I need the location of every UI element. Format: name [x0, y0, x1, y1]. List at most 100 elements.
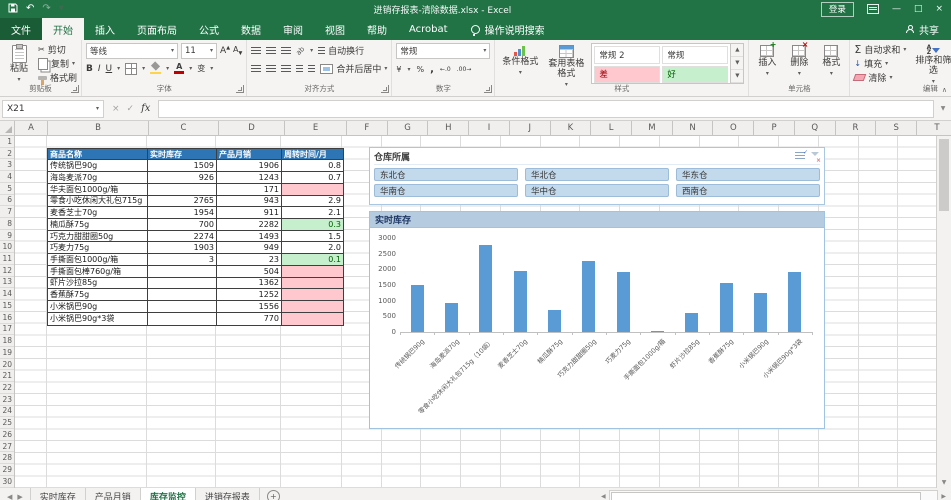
stock-cell[interactable] — [148, 184, 217, 196]
turnover-cell[interactable]: 2.1 — [282, 207, 343, 219]
formula-input[interactable] — [158, 100, 934, 118]
collapse-ribbon-icon[interactable]: ∧ — [942, 86, 947, 94]
row-header-23[interactable]: 23 — [0, 394, 14, 406]
chart-bar[interactable] — [617, 272, 630, 332]
slicer-button-东北仓[interactable]: 东北仓 — [374, 168, 518, 181]
chart-bar[interactable] — [445, 303, 458, 332]
column-header-I[interactable]: I — [469, 121, 510, 135]
undo-icon[interactable]: ↶ — [26, 4, 34, 14]
horizontal-scroll-thumb[interactable] — [611, 492, 921, 500]
tell-me-search[interactable]: 操作说明搜索 — [459, 18, 557, 40]
shrink-font-icon[interactable]: A▼ — [233, 45, 242, 57]
close-icon[interactable]: × — [935, 5, 943, 14]
dialog-launcher-icon[interactable] — [236, 85, 244, 93]
sheet-tab-库存监控[interactable]: 库存监控 — [141, 488, 196, 500]
ribbon-display-options-icon[interactable] — [867, 4, 879, 14]
row-header-29[interactable]: 29 — [0, 464, 14, 476]
share-button[interactable]: 共享 — [894, 18, 951, 40]
row-header-25[interactable]: 25 — [0, 417, 14, 429]
vertical-scrollbar[interactable]: ▼ — [936, 136, 951, 488]
fill-button[interactable]: ↓ 填充 — [854, 57, 906, 70]
multi-select-icon[interactable] — [795, 152, 805, 161]
gallery-down-icon[interactable]: ▼ — [731, 57, 743, 70]
percent-style-icon[interactable]: % — [417, 65, 425, 74]
delete-cells-button[interactable]: 删除 — [785, 43, 813, 79]
sign-in-button[interactable]: 登录 — [821, 2, 854, 17]
chart-bar[interactable] — [514, 271, 527, 332]
row-header-22[interactable]: 22 — [0, 382, 14, 394]
turnover-cell[interactable]: 0.3 — [282, 219, 343, 231]
dialog-launcher-icon[interactable] — [381, 85, 389, 93]
column-header-H[interactable]: H — [428, 121, 469, 135]
column-header-R[interactable]: R — [836, 121, 877, 135]
chart-bar[interactable] — [651, 331, 664, 332]
format-cells-button[interactable]: 格式 — [817, 43, 845, 79]
chart-bar[interactable] — [754, 293, 767, 332]
chart-bar[interactable] — [788, 272, 801, 332]
stock-cell[interactable] — [148, 289, 217, 301]
align-left-icon[interactable] — [251, 65, 261, 73]
product-name-cell[interactable]: 巧克力甜甜圈50g — [48, 231, 148, 243]
prev-sheet-icon[interactable]: ◀ — [7, 493, 12, 500]
monthly-sales-cell[interactable]: 23 — [217, 254, 282, 266]
merge-center-button[interactable]: 合并后居中 — [320, 62, 387, 75]
stock-cell[interactable]: 2765 — [148, 196, 217, 208]
column-header-D[interactable]: D — [219, 121, 285, 135]
chart-bar[interactable] — [411, 285, 424, 332]
tab-帮助[interactable]: 帮助 — [356, 18, 398, 40]
grow-font-icon[interactable]: A▲ — [220, 45, 230, 56]
chart-bar[interactable] — [685, 313, 698, 332]
turnover-cell[interactable] — [282, 289, 343, 301]
turnover-cell[interactable]: 0.7 — [282, 172, 343, 184]
font-color-icon[interactable]: A — [174, 63, 184, 74]
tab-页面布局[interactable]: 页面布局 — [126, 18, 188, 40]
scroll-left-icon[interactable]: ◀ — [601, 493, 606, 500]
column-header-O[interactable]: O — [713, 121, 754, 135]
table-header-cell[interactable]: 产品月销 — [217, 149, 282, 161]
new-sheet-icon[interactable]: + — [267, 490, 280, 500]
row-header-5[interactable]: 5 — [0, 183, 14, 195]
row-header-10[interactable]: 10 — [0, 241, 14, 253]
tab-开始[interactable]: 开始 — [42, 18, 84, 40]
clear-filter-icon[interactable] — [810, 152, 820, 162]
row-header-12[interactable]: 12 — [0, 265, 14, 277]
slicer-button-西南仓[interactable]: 西南仓 — [676, 184, 820, 197]
tab-视图[interactable]: 视图 — [314, 18, 356, 40]
row-header-6[interactable]: 6 — [0, 195, 14, 207]
stock-cell[interactable]: 1509 — [148, 160, 217, 172]
product-name-cell[interactable]: 手撕面包棒760g/箱 — [48, 266, 148, 278]
fill-color-icon[interactable] — [150, 63, 161, 74]
chart-bar[interactable] — [548, 310, 561, 332]
copy-button[interactable]: 复制 — [38, 57, 77, 70]
italic-button[interactable]: I — [98, 64, 101, 74]
increase-decimal-icon[interactable]: ←.0 — [440, 66, 451, 73]
name-box[interactable]: X21 — [2, 100, 104, 118]
stock-cell[interactable] — [148, 301, 217, 313]
stock-cell[interactable]: 700 — [148, 219, 217, 231]
column-header-Q[interactable]: Q — [795, 121, 836, 135]
cells-area[interactable]: 商品名称实时库存产品月销周转时间/月传统锅巴90g150919060.8海岛麦派… — [15, 136, 936, 488]
autosum-button[interactable]: Σ 自动求和 — [854, 43, 906, 56]
monthly-sales-cell[interactable]: 504 — [217, 266, 282, 278]
column-header-E[interactable]: E — [285, 121, 347, 135]
turnover-cell[interactable]: 1.5 — [282, 231, 343, 243]
row-header-20[interactable]: 20 — [0, 359, 14, 371]
chart-bar[interactable] — [479, 245, 492, 332]
stock-cell[interactable] — [148, 266, 217, 278]
row-header-9[interactable]: 9 — [0, 230, 14, 242]
turnover-cell[interactable]: 2.0 — [282, 242, 343, 254]
stock-cell[interactable]: 1954 — [148, 207, 217, 219]
tab-file[interactable]: 文件 — [0, 18, 42, 40]
enter-icon[interactable]: ✓ — [127, 104, 135, 114]
dialog-launcher-icon[interactable] — [484, 85, 492, 93]
column-header-F[interactable]: F — [347, 121, 388, 135]
row-header-17[interactable]: 17 — [0, 324, 14, 336]
cell-style-item[interactable]: 常规 — [662, 46, 728, 64]
turnover-cell[interactable] — [282, 278, 343, 290]
stock-cell[interactable]: 926 — [148, 172, 217, 184]
product-name-cell[interactable]: 巧麦力75g — [48, 242, 148, 254]
monthly-sales-cell[interactable]: 1906 — [217, 160, 282, 172]
row-header-27[interactable]: 27 — [0, 441, 14, 453]
slicer-button-华北仓[interactable]: 华北仓 — [525, 168, 669, 181]
product-name-cell[interactable]: 海岛麦派70g — [48, 172, 148, 184]
